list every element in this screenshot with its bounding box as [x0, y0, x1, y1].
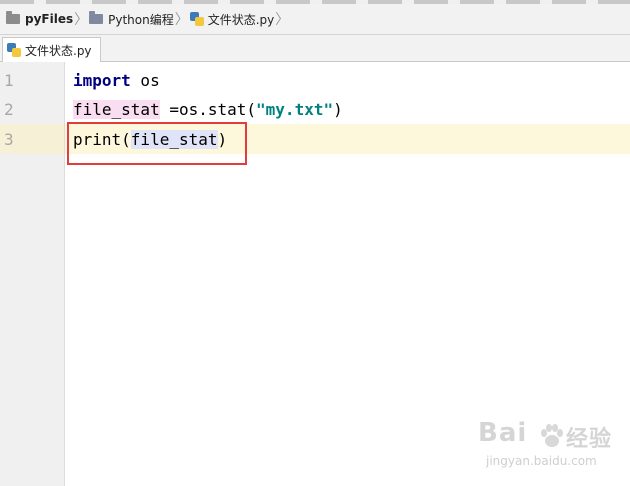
line-number: 3 — [4, 130, 14, 149]
python-file-icon — [189, 12, 204, 26]
line-number-gutter[interactable]: 1 2 3 — [0, 62, 65, 486]
breadcrumb-separator: 〉 — [74, 12, 89, 28]
python-file-icon — [7, 43, 21, 57]
watermark-logo-text: Bai — [478, 418, 528, 448]
code-text: ) — [333, 100, 343, 119]
tab-file-label: 文件状态.py — [25, 43, 92, 58]
breadcrumb-root[interactable]: pyFiles — [0, 4, 73, 34]
breadcrumb-separator: 〉 — [275, 12, 290, 28]
code-text: os — [130, 71, 160, 90]
code-text: =os.stat( — [159, 100, 257, 119]
folder-icon — [89, 11, 104, 24]
line-number: 1 — [4, 71, 14, 90]
line-number: 2 — [4, 100, 14, 119]
tab-file[interactable]: 文件状态.py — [2, 37, 101, 62]
paw-logo-icon — [541, 424, 563, 447]
variable-file-stat: file_stat — [73, 100, 160, 119]
breadcrumb-file-label: 文件状态.py — [207, 12, 275, 27]
breadcrumb-folder[interactable]: Python编程 — [89, 4, 174, 34]
breadcrumb-root-label: pyFiles — [25, 12, 74, 26]
folder-icon — [6, 11, 20, 24]
breadcrumb-file[interactable]: 文件状态.py — [189, 4, 275, 34]
editor-tab-bar: 文件状态.py — [0, 35, 630, 62]
watermark-url: jingyan.baidu.com — [486, 454, 597, 468]
breadcrumb-folder-label: Python编程 — [108, 12, 174, 27]
keyword-import: import — [73, 71, 131, 90]
code-line-1[interactable]: import os — [73, 66, 160, 96]
string-literal: "my.txt" — [256, 100, 334, 119]
highlight-annotation-box — [67, 122, 247, 165]
baidu-jingyan-watermark: Bai 经验 jingyan.baidu.com — [478, 418, 628, 478]
navigation-bar: pyFiles 〉 Python编程 〉 文件状态.py 〉 — [0, 4, 630, 35]
code-line-2[interactable]: file_stat =os.stat("my.txt") — [73, 95, 343, 125]
watermark-jingyan-text: 经验 — [566, 427, 613, 452]
breadcrumb-separator: 〉 — [174, 12, 189, 28]
